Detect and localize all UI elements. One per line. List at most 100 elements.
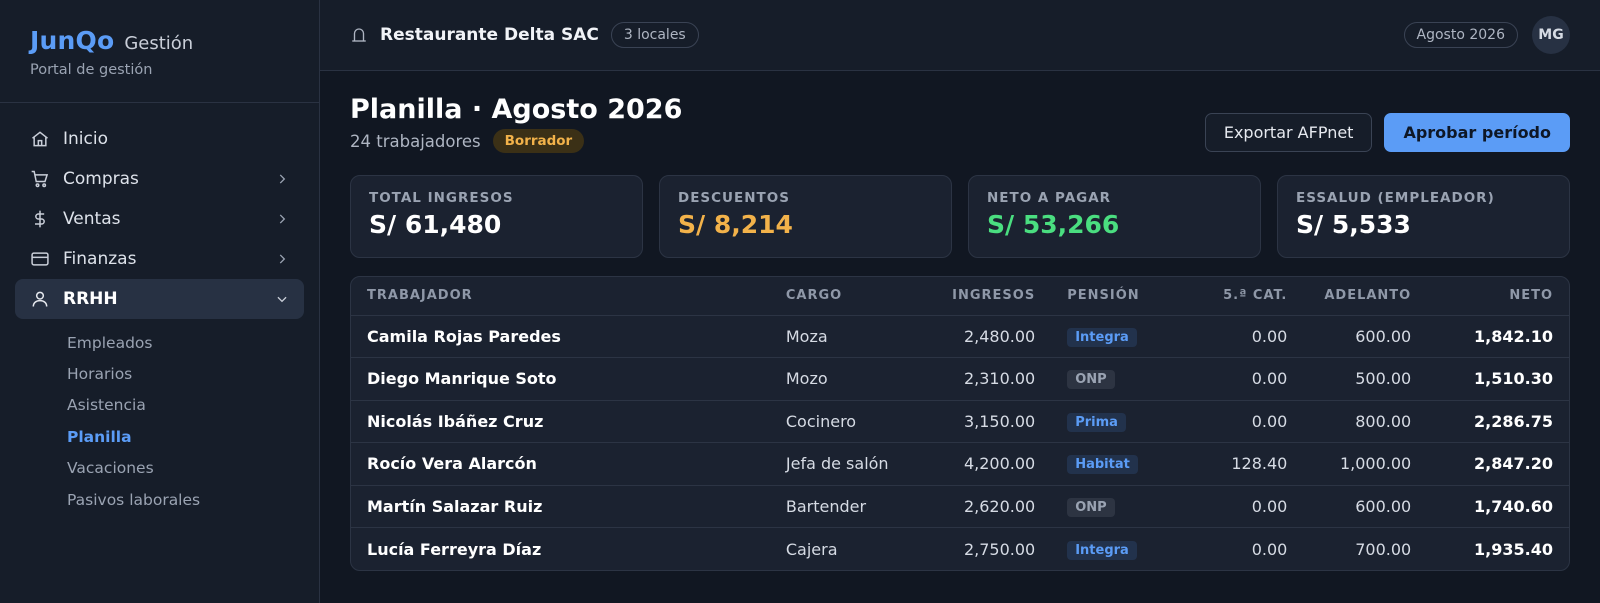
sidebar-item-inicio[interactable]: Inicio <box>15 119 304 159</box>
sidebar-item-finanzas[interactable]: Finanzas <box>15 239 304 279</box>
company-name[interactable]: Restaurante Delta SAC <box>380 25 599 45</box>
brand-suffix: Gestión <box>124 33 194 54</box>
worker-count: 24 trabajadores <box>350 131 481 151</box>
neto-value: 2,847.20 <box>1427 442 1569 486</box>
worker-role: Cajera <box>785 539 838 559</box>
pension-cell: ONP <box>1051 357 1187 401</box>
kpi-label: DESCUENTOS <box>678 190 790 206</box>
kpi-value: S/ 53,266 <box>987 210 1120 239</box>
locales-badge[interactable]: 3 locales <box>610 22 699 48</box>
pension-cell: Prima <box>1051 400 1187 443</box>
quinta-cat-value: 0.00 <box>1251 539 1288 559</box>
kpi-card-descuentos: DESCUENTOS S/ 8,214 <box>659 175 952 258</box>
sidebar-item-rrhh[interactable]: RRHH <box>15 279 304 319</box>
quinta-cat-value: 0.00 <box>1186 400 1304 443</box>
home-icon <box>29 128 51 150</box>
ingresos-value: 4,200.00 <box>926 442 1052 486</box>
worker-name: Camila Rojas Paredes <box>351 315 770 358</box>
table-row[interactable]: Lucía Ferreyra Díaz Cajera 2,750.00 Integra… <box>351 528 1569 571</box>
table-row[interactable]: Rocío Vera Alarcón Jefa de salón 4,200.00 H… <box>351 442 1569 486</box>
subnav-item-vacaciones[interactable]: Vacaciones <box>67 453 304 484</box>
pension-cell: Integra <box>1051 315 1187 358</box>
export-afpnet-button[interactable]: Exportar AFPnet <box>1204 113 1373 152</box>
sidebar-item-ventas[interactable]: Ventas <box>15 199 304 239</box>
chevron-down-icon <box>274 291 290 307</box>
worker-name: Lucía Ferreyra Díaz <box>367 539 542 559</box>
dollar-icon <box>29 208 51 230</box>
pension-badge: Prima <box>1067 412 1126 432</box>
brand-logo[interactable]: JunQo <box>30 26 114 55</box>
worker-name: Nicolás Ibáñez Cruz <box>351 400 770 443</box>
ingresos-value: 2,480.00 <box>926 315 1052 358</box>
kpi-value: S/ 8,214 <box>678 210 793 239</box>
cart-icon <box>29 168 51 190</box>
neto-value: 1,842.10 <box>1427 315 1569 358</box>
pension-badge: Integra <box>1067 327 1137 347</box>
table-row[interactable]: Camila Rojas Paredes Moza 2,480.00 Integra 0… <box>351 315 1569 358</box>
table-header-row: TRABAJADOR CARGO INGRESOS PENSIÓN 5.ª CA… <box>351 277 1569 316</box>
col-trabajador[interactable]: TRABAJADOR <box>351 277 770 316</box>
main-area: Restaurante Delta SAC 3 locales Agosto 2… <box>320 0 1600 603</box>
col-neto[interactable]: NETO <box>1427 277 1569 316</box>
store-icon <box>350 26 368 44</box>
adelanto-value: 600.00 <box>1303 485 1428 528</box>
topbar: Restaurante Delta SAC 3 locales Agosto 2… <box>320 0 1600 71</box>
kpi-value: S/ 5,533 <box>1296 210 1411 239</box>
pension-badge: Habitat <box>1067 455 1138 475</box>
kpi-card-total-ingresos: TOTAL INGRESOS S/ 61,480 <box>350 175 643 258</box>
chevron-right-icon <box>274 211 290 227</box>
card-icon <box>29 248 51 270</box>
kpi-card-neto: NETO A PAGAR S/ 53,266 <box>968 175 1261 258</box>
worker-name: Martín Salazar Ruiz <box>351 485 770 528</box>
sidebar-item-label: Inicio <box>63 129 108 149</box>
ingresos-value: 2,750.00 <box>963 539 1036 559</box>
status-badge: Borrador <box>492 129 585 153</box>
adelanto-value: 800.00 <box>1303 400 1428 443</box>
neto-value: 1,510.30 <box>1427 357 1569 401</box>
table-row[interactable]: Nicolás Ibáñez Cruz Cocinero 3,150.00 Prima… <box>351 400 1569 443</box>
payroll-table: TRABAJADOR CARGO INGRESOS PENSIÓN 5.ª CA… <box>350 276 1570 571</box>
subnav-item-asistencia[interactable]: Asistencia <box>67 390 304 421</box>
adelanto-value: 1,000.00 <box>1303 442 1428 486</box>
sidebar-item-label: Compras <box>63 169 139 189</box>
subnav-item-horarios[interactable]: Horarios <box>67 358 304 389</box>
pension-cell: Integra <box>1051 528 1186 571</box>
col-adelanto[interactable]: ADELANTO <box>1303 277 1428 316</box>
pension-badge: ONP <box>1067 370 1115 390</box>
pension-badge: Integra <box>1067 540 1137 560</box>
pension-cell: ONP <box>1051 485 1187 528</box>
kpi-card-essalud: ESSALUD (EMPLEADOR) S/ 5,533 <box>1277 175 1570 258</box>
sidebar-item-label: Ventas <box>63 209 121 229</box>
worker-role: Bartender <box>769 485 927 528</box>
rrhh-subnav: Empleados Horarios Asistencia Planilla V… <box>15 319 304 515</box>
col-quinta-cat[interactable]: 5.ª CAT. <box>1186 277 1304 316</box>
chevron-right-icon <box>274 251 290 267</box>
neto-value: 1,740.60 <box>1427 485 1569 528</box>
table-row[interactable]: Martín Salazar Ruiz Bartender 2,620.00 ONP 0… <box>351 485 1569 528</box>
subnav-item-planilla[interactable]: Planilla <box>67 421 304 452</box>
quinta-cat-value: 0.00 <box>1186 357 1304 401</box>
neto-value: 1,935.40 <box>1474 539 1553 559</box>
kpi-value: S/ 61,480 <box>369 210 502 239</box>
brand-block: JunQo Gestión Portal de gestión <box>0 0 319 103</box>
col-pension[interactable]: PENSIÓN <box>1051 277 1187 316</box>
col-ingresos[interactable]: INGRESOS <box>926 277 1052 316</box>
quinta-cat-value: 0.00 <box>1186 485 1304 528</box>
quinta-cat-value: 128.40 <box>1186 442 1304 486</box>
subnav-item-empleados[interactable]: Empleados <box>67 327 304 358</box>
approve-period-button[interactable]: Aprobar período <box>1384 113 1570 152</box>
page-header: Planilla · Agosto 2026 24 trabajadores B… <box>350 93 1570 175</box>
kpi-label: TOTAL INGRESOS <box>369 190 514 206</box>
adelanto-value: 500.00 <box>1303 357 1428 401</box>
period-selector[interactable]: Agosto 2026 <box>1403 22 1518 48</box>
worker-role: Cocinero <box>769 400 927 443</box>
subnav-item-pasivos[interactable]: Pasivos laborales <box>67 484 304 515</box>
page-title: Planilla · Agosto 2026 <box>350 94 683 125</box>
adelanto-value: 600.00 <box>1303 315 1428 358</box>
col-cargo[interactable]: CARGO <box>769 277 927 316</box>
quinta-cat-value: 0.00 <box>1186 315 1304 358</box>
table-row[interactable]: Diego Manrique Soto Mozo 2,310.00 ONP 0.00 50… <box>351 357 1569 401</box>
sidebar: JunQo Gestión Portal de gestión Inicio C… <box>0 0 320 603</box>
sidebar-item-compras[interactable]: Compras <box>15 159 304 199</box>
avatar[interactable]: MG <box>1532 16 1570 54</box>
